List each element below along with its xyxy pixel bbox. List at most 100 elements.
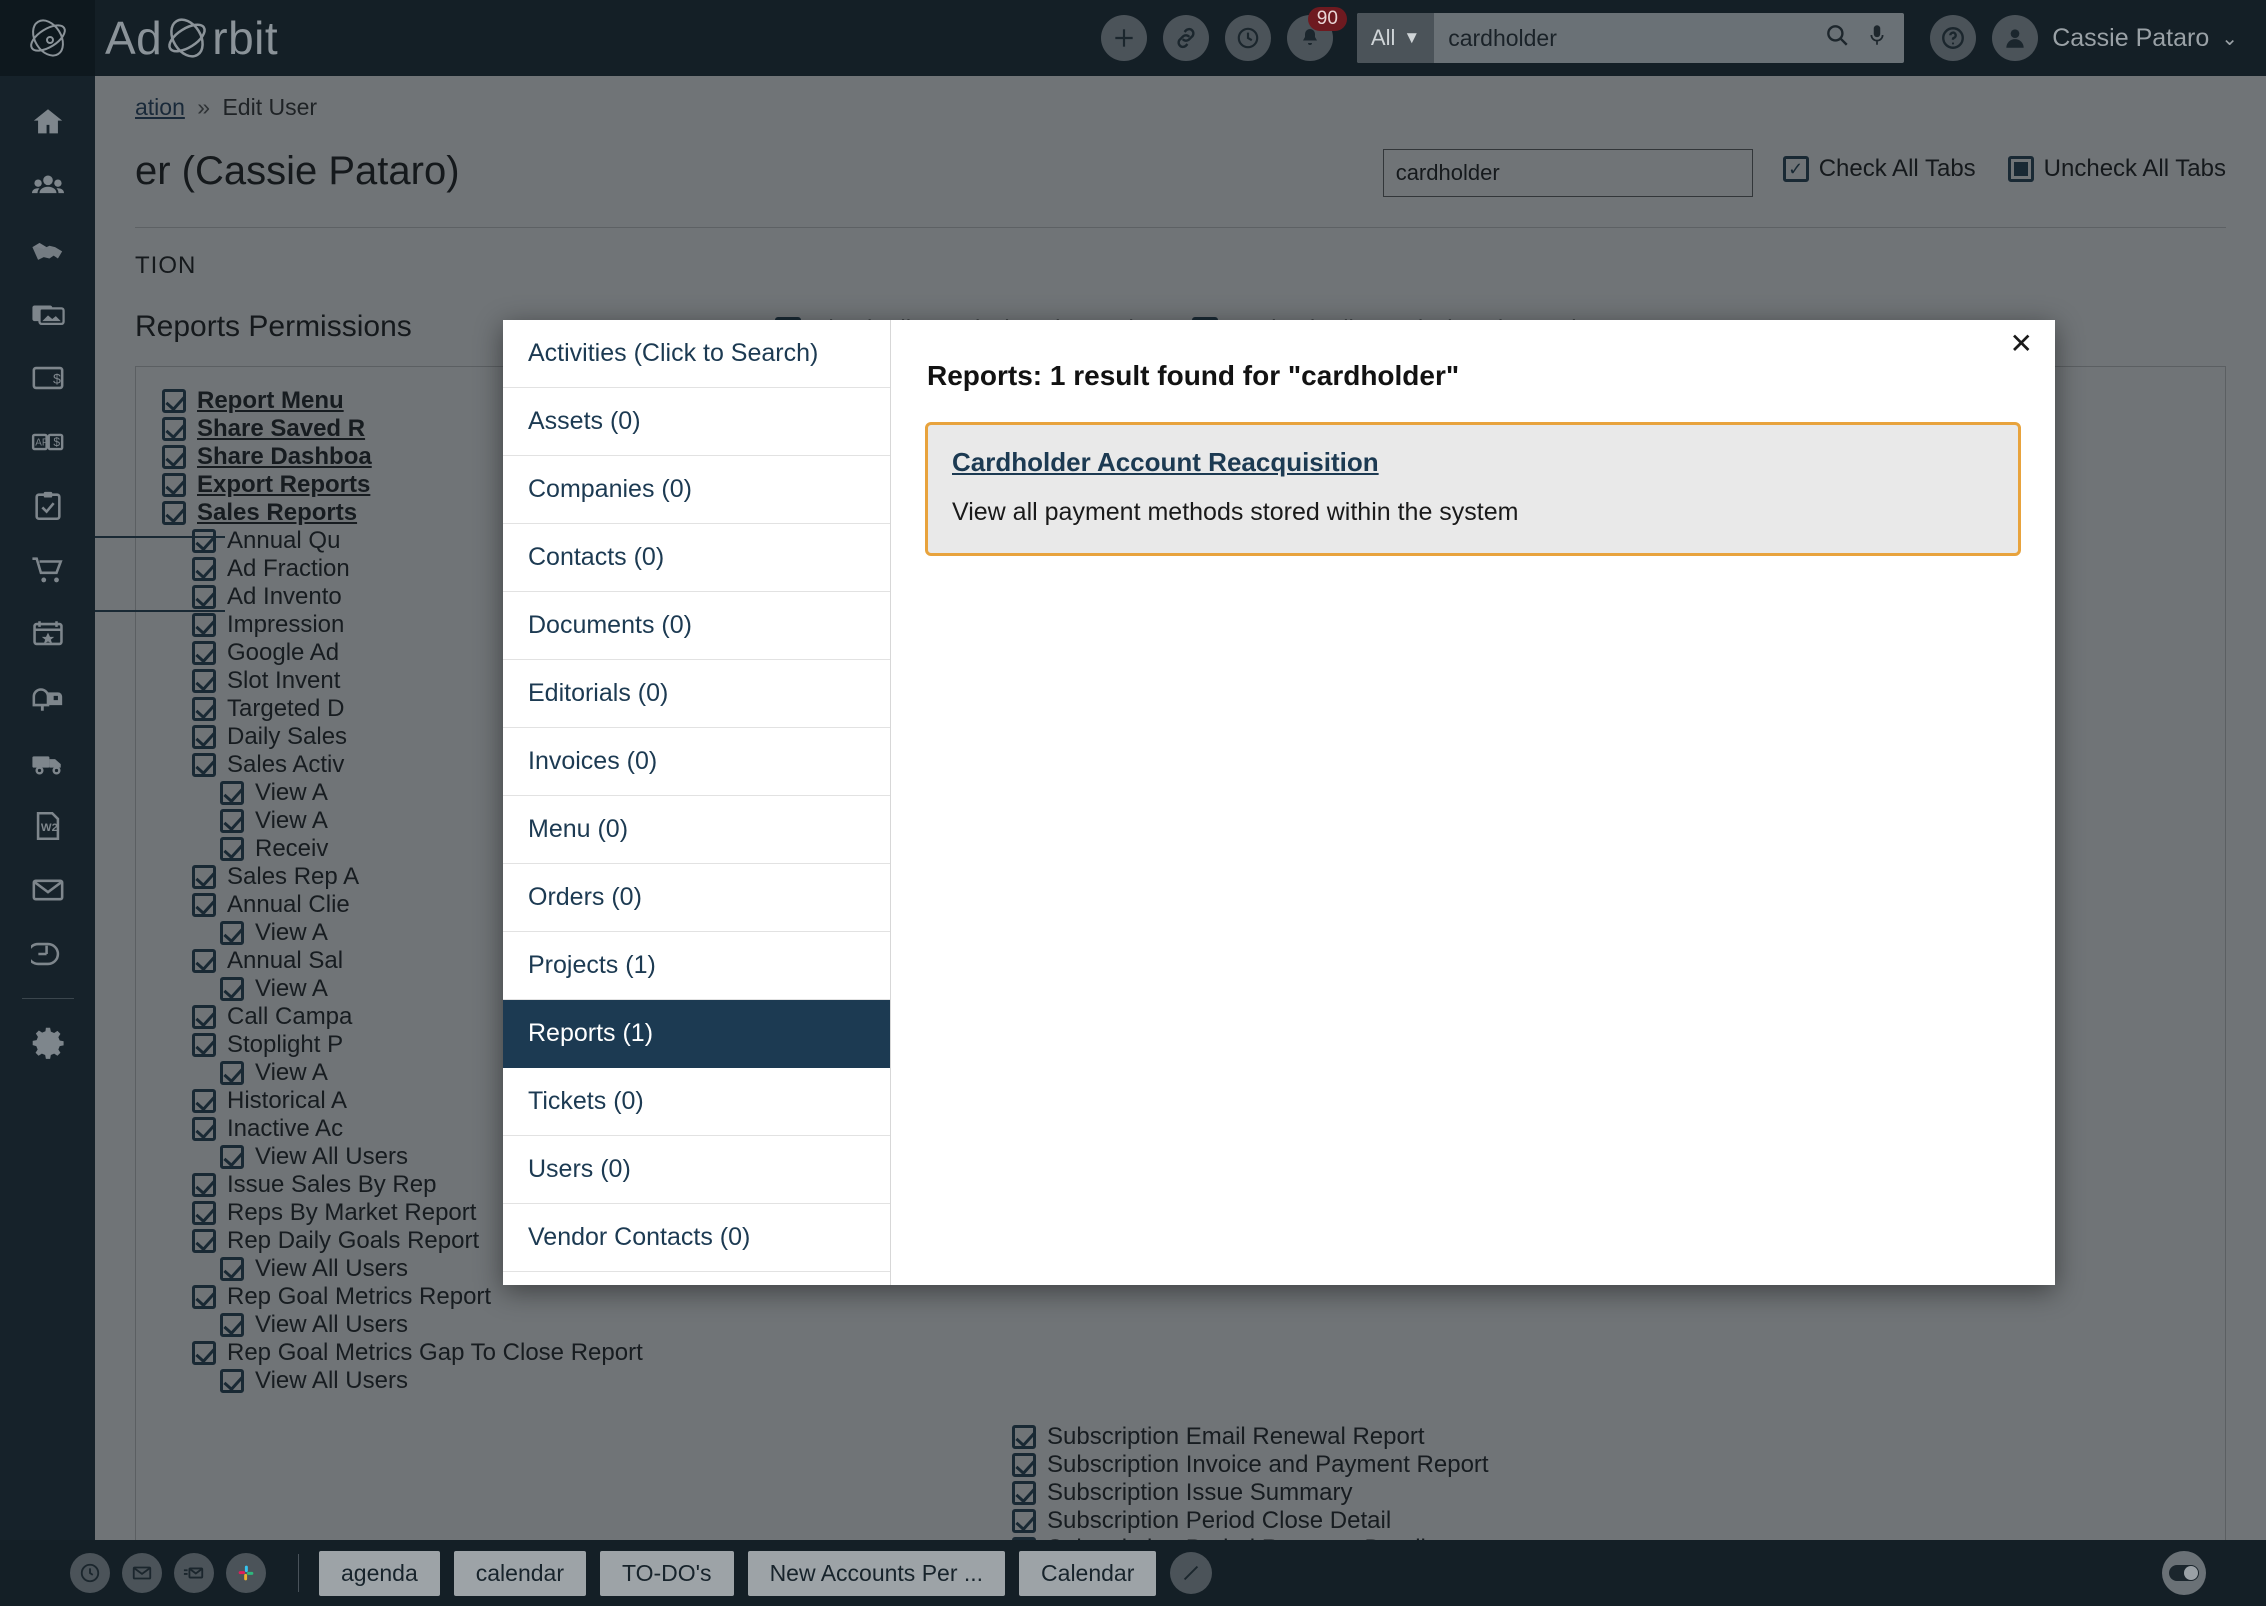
sidebar-item-reports[interactable] — [0, 922, 95, 986]
brand-wordmark[interactable]: Ad rbit — [95, 11, 278, 65]
modal-category-label: Assets (0) — [528, 407, 641, 435]
pie-chart-icon — [30, 942, 59, 966]
notification-count-badge: 90 — [1307, 7, 1347, 31]
app-logo[interactable] — [0, 0, 95, 76]
search-icon[interactable] — [1824, 22, 1850, 55]
inbox-envelope-icon[interactable] — [122, 1553, 162, 1593]
gear-icon — [32, 1027, 64, 1059]
w2-document-icon: W2 — [36, 811, 59, 841]
modal-category-label: Documents (0) — [528, 611, 692, 639]
help-question-icon[interactable] — [1930, 15, 1977, 61]
left-sidebar: $ AP $ W2 — [0, 76, 95, 1606]
modal-category-contacts-0[interactable]: Contacts (0) — [503, 524, 890, 592]
modal-category-label: Tickets (0) — [528, 1087, 644, 1115]
modal-category-invoices-0[interactable]: Invoices (0) — [503, 728, 890, 796]
chevron-down-icon[interactable]: ⌄ — [2221, 26, 2238, 51]
modal-category-label: Invoices (0) — [528, 747, 658, 775]
modal-category-label: Activities (Click to Search) — [528, 339, 819, 367]
taskbar-button[interactable]: Calendar — [1019, 1550, 1157, 1596]
sidebar-item-contacts[interactable] — [0, 154, 95, 218]
sidebar-item-media[interactable] — [0, 282, 95, 346]
sidebar-item-home[interactable] — [0, 90, 95, 154]
modal-category-companies-0[interactable]: Companies (0) — [503, 456, 890, 524]
top-navigation-bar: Ad rbit 90 All ▼ cardholder Cassie Patar… — [0, 0, 2266, 76]
link-icon[interactable] — [1162, 15, 1209, 61]
home-icon — [33, 109, 62, 134]
search-scope-label: All — [1370, 25, 1396, 50]
modal-category-users-0[interactable]: Users (0) — [503, 1136, 890, 1204]
microphone-icon[interactable] — [1864, 22, 1890, 55]
clipboard-check-icon — [34, 491, 61, 521]
sidebar-item-distribution[interactable] — [0, 730, 95, 794]
current-user-name[interactable]: Cassie Pataro — [2052, 24, 2209, 53]
taskbar-buttons: agenda calendar TO-DO's New Accounts Per ..… — [319, 1550, 1170, 1596]
sidebar-item-settings[interactable] — [0, 1011, 95, 1075]
global-search-input[interactable] — [1434, 13, 1825, 63]
slack-icon[interactable] — [226, 1553, 266, 1593]
add-icon[interactable] — [1100, 15, 1147, 61]
bottom-taskbar: agenda calendar TO-DO's New Accounts Per ..… — [0, 1540, 2266, 1606]
sidebar-item-mailbox[interactable] — [0, 666, 95, 730]
chevron-down-icon: ▼ — [1403, 28, 1421, 47]
taskbar-button[interactable]: calendar — [453, 1550, 586, 1596]
sidebar-item-tax-forms[interactable]: W2 — [0, 794, 95, 858]
modal-category-reports-1[interactable]: Reports (1) — [503, 1000, 890, 1068]
photos-icon — [31, 305, 65, 326]
toggle-switch-icon[interactable] — [2162, 1551, 2206, 1595]
mailbox-icon — [32, 688, 62, 711]
notifications-bell-icon[interactable]: 90 — [1286, 7, 1347, 61]
svg-text:AP: AP — [35, 438, 49, 449]
modal-category-label: Editorials (0) — [528, 679, 669, 707]
sidebar-item-email[interactable] — [0, 858, 95, 922]
taskbar-divider — [298, 1554, 299, 1592]
modal-category-vendor-contacts-0[interactable]: Vendor Contacts (0) — [503, 1204, 890, 1272]
result-card[interactable]: Cardholder Account Reacquisition View all… — [925, 422, 2021, 556]
orbit-planet-icon — [29, 19, 66, 57]
modal-category-projects-1[interactable]: Projects (1) — [503, 932, 890, 1000]
sidebar-item-orders[interactable] — [0, 538, 95, 602]
modal-category-label: Reports (1) — [528, 1019, 654, 1047]
sidebar-item-invoices[interactable]: $ — [0, 346, 95, 410]
modal-category-menu-0[interactable]: Menu (0) — [503, 796, 890, 864]
modal-category-label: Companies (0) — [528, 475, 692, 503]
modal-category-list: Activities (Click to Search) Assets (0) Co… — [503, 320, 891, 1285]
taskbar-button[interactable]: TO-DO's — [599, 1550, 734, 1596]
sidebar-item-events[interactable] — [0, 602, 95, 666]
pencil-icon[interactable] — [1170, 1552, 1213, 1594]
modal-results-pane: ✕ Reports: 1 result found for "cardholde… — [891, 320, 2055, 1285]
clock-icon[interactable] — [70, 1553, 110, 1593]
modal-category-documents-0[interactable]: Documents (0) — [503, 592, 890, 660]
svg-text:W2: W2 — [40, 822, 57, 834]
modal-category-label: Orders (0) — [528, 883, 642, 911]
ap-cash-icon: AP $ — [31, 433, 63, 451]
calendar-star-icon — [32, 621, 63, 646]
envelope-icon — [32, 879, 63, 901]
orbit-o-icon — [168, 18, 207, 58]
modal-category-assets-0[interactable]: Assets (0) — [503, 388, 890, 456]
modal-category-orders-0[interactable]: Orders (0) — [503, 864, 890, 932]
modal-category-label: Contacts (0) — [528, 543, 665, 571]
taskbar-button[interactable]: agenda — [319, 1550, 440, 1596]
history-clock-icon[interactable] — [1224, 15, 1271, 61]
modal-category-tickets-0[interactable]: Tickets (0) — [503, 1068, 890, 1136]
people-group-icon — [31, 175, 64, 194]
sidebar-item-deals[interactable] — [0, 218, 95, 282]
modal-category-editorials-0[interactable]: Editorials (0) — [503, 660, 890, 728]
results-heading: Reports: 1 result found for "cardholder" — [927, 360, 1460, 391]
sidebar-item-tasks[interactable] — [0, 474, 95, 538]
result-description: View all payment methods stored within t… — [952, 498, 1519, 526]
modal-category-label: Projects (1) — [528, 951, 656, 979]
result-title-link[interactable]: Cardholder Account Reacquisition — [952, 447, 1379, 478]
user-avatar-icon[interactable] — [1992, 15, 2039, 61]
taskbar-button[interactable]: New Accounts Per ... — [747, 1550, 1006, 1596]
search-results-modal: Activities (Click to Search) Assets (0) Co… — [503, 320, 2055, 1285]
close-icon[interactable]: ✕ — [2010, 330, 2033, 358]
delivery-truck-icon — [31, 756, 61, 775]
sent-envelope-icon[interactable] — [174, 1553, 214, 1593]
taskbar-right — [2162, 1551, 2206, 1595]
search-scope-dropdown[interactable]: All ▼ — [1356, 13, 1435, 63]
modal-category-label: Vendor Contacts (0) — [528, 1223, 751, 1251]
sidebar-item-ap-payments[interactable]: AP $ — [0, 410, 95, 474]
svg-text:$: $ — [53, 435, 60, 449]
modal-category-activities-click-to-search[interactable]: Activities (Click to Search) — [503, 320, 890, 388]
